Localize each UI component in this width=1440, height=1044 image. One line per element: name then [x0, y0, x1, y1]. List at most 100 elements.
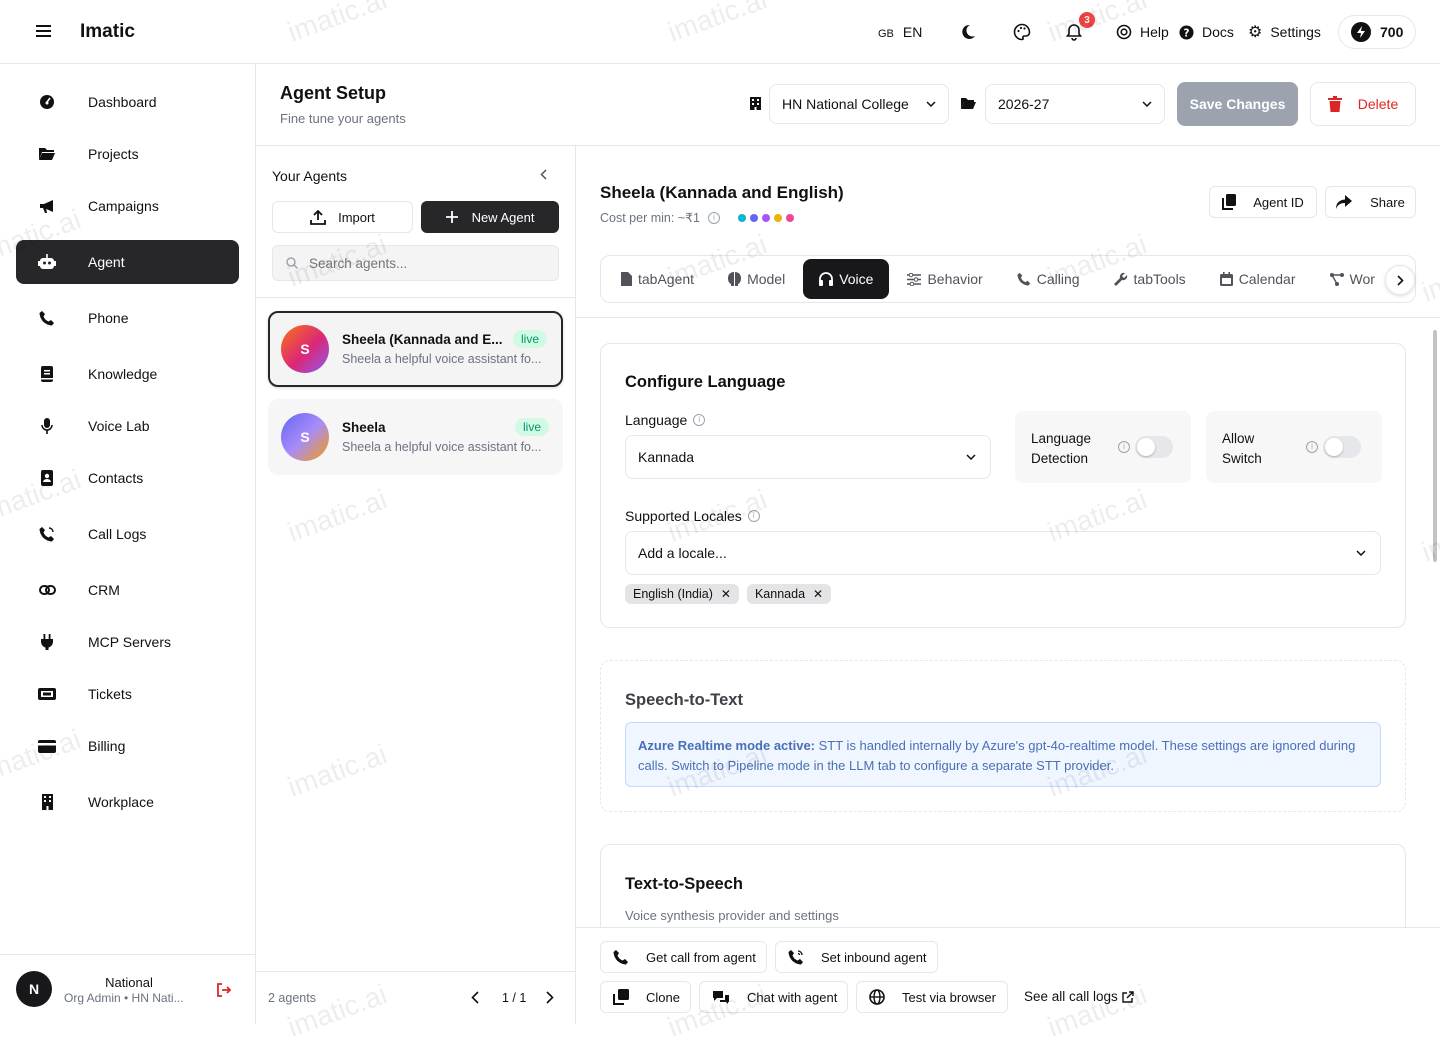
- plug-icon: [37, 634, 57, 650]
- folder-open-icon: [960, 96, 977, 110]
- provider-dot: [738, 213, 747, 222]
- agent-card-name: Sheela (Kannada and E...: [342, 332, 503, 347]
- search-agents-input[interactable]: [272, 245, 559, 281]
- info-icon[interactable]: i: [693, 414, 706, 426]
- sidebar-item-contacts[interactable]: Contacts: [16, 456, 239, 500]
- sidebar-item-agent[interactable]: Agent: [16, 240, 239, 284]
- tab-label: Calendar: [1238, 271, 1296, 287]
- menu-icon[interactable]: [36, 24, 51, 38]
- remove-chip-icon[interactable]: ✕: [721, 587, 731, 601]
- sidebar-item-label: Workplace: [88, 794, 154, 810]
- settings-link[interactable]: ⚙ Settings: [1248, 18, 1321, 46]
- tab-calendar[interactable]: Calendar: [1204, 259, 1312, 299]
- sidebar-item-tickets[interactable]: Tickets: [16, 672, 239, 716]
- stt-notice: Azure Realtime mode active: STT is handl…: [625, 722, 1381, 787]
- docs-link[interactable]: ? Docs: [1179, 18, 1234, 46]
- agent-card[interactable]: S Sheela (Kannada and E... Sheela a helpfu…: [268, 311, 563, 387]
- new-agent-button[interactable]: New Agent: [421, 201, 559, 233]
- building-icon: [37, 794, 57, 810]
- language-switcher[interactable]: GB EN: [878, 18, 922, 46]
- tab-behavior[interactable]: Behavior: [891, 259, 998, 299]
- scrollbar-thumb[interactable]: [1433, 330, 1437, 562]
- info-icon[interactable]: i: [1306, 441, 1318, 453]
- import-button[interactable]: Import: [272, 201, 413, 233]
- configure-language-card: Configure Language Language i Kannada La…: [600, 343, 1406, 628]
- tab-model[interactable]: Model: [712, 259, 801, 299]
- share-icon: [1336, 195, 1353, 209]
- collapse-chevron-icon[interactable]: [540, 169, 547, 180]
- sidebar-item-call-logs[interactable]: Call Logs: [16, 512, 239, 556]
- sidebar-item-phone[interactable]: Phone: [16, 296, 239, 340]
- language-select[interactable]: Kannada: [625, 435, 991, 479]
- chevron-down-icon: [1142, 101, 1152, 107]
- chat-button[interactable]: Chat with agent: [699, 981, 848, 1013]
- info-icon[interactable]: i: [747, 510, 760, 522]
- year-select[interactable]: 2026-27: [985, 84, 1165, 124]
- status-badge: live: [512, 330, 547, 348]
- tab-tabagent[interactable]: tabAgent: [605, 259, 710, 299]
- next-page-icon[interactable]: [546, 991, 554, 1004]
- content-scrollbar[interactable]: [1431, 320, 1440, 926]
- see-call-logs-label: See all call logs: [1024, 989, 1118, 1004]
- get-call-label: Get call from agent: [646, 949, 756, 965]
- sidebar-item-label: Tickets: [88, 686, 132, 702]
- get-call-button[interactable]: Get call from agent: [600, 941, 767, 973]
- sidebar-item-campaigns[interactable]: Campaigns: [16, 184, 239, 228]
- share-button[interactable]: Share: [1325, 186, 1416, 218]
- clone-button[interactable]: Clone: [600, 981, 691, 1013]
- tab-icon: [907, 272, 922, 286]
- sidebar-item-voice-lab[interactable]: Voice Lab: [16, 404, 239, 448]
- test-browser-button[interactable]: Test via browser: [856, 981, 1008, 1013]
- agent-card[interactable]: S Sheela Sheela a helpful voice assistant …: [268, 399, 563, 475]
- logout-icon[interactable]: [216, 983, 232, 997]
- agent-avatar: S: [281, 325, 329, 373]
- provider-dot: [750, 213, 759, 222]
- cost-label: Cost per min: ~₹1: [600, 211, 701, 225]
- prev-page-icon[interactable]: [471, 991, 479, 1004]
- tab-tabtools[interactable]: tabTools: [1098, 259, 1202, 299]
- see-call-logs-link[interactable]: See all call logs: [1024, 989, 1134, 1004]
- sidebar-item-projects[interactable]: Projects: [16, 132, 239, 176]
- info-icon[interactable]: i: [708, 211, 721, 224]
- chevron-down-icon: [1356, 550, 1366, 556]
- sidebar-item-billing[interactable]: Billing: [16, 724, 239, 768]
- tab-wor[interactable]: Wor: [1314, 259, 1391, 299]
- sidebar-item-knowledge[interactable]: Knowledge: [16, 352, 239, 396]
- locale-chip-label: Kannada: [754, 587, 806, 601]
- language-detection-toggle[interactable]: [1135, 436, 1173, 458]
- stt-title: Speech-to-Text: [625, 691, 743, 709]
- ticket-icon: [37, 688, 57, 700]
- credits-badge[interactable]: 700: [1338, 15, 1416, 49]
- tab-calling[interactable]: Calling: [1001, 259, 1096, 299]
- agent-id-button[interactable]: Agent ID: [1209, 186, 1317, 218]
- save-changes-button[interactable]: Save Changes: [1177, 82, 1298, 126]
- flag-icon: GB: [878, 28, 894, 40]
- tabs-scroll-right-icon[interactable]: [1385, 265, 1415, 295]
- sidebar-item-crm[interactable]: CRM: [16, 568, 239, 612]
- share-label: Share: [1370, 194, 1405, 210]
- delete-button[interactable]: Delete: [1310, 82, 1416, 126]
- allow-switch-toggle[interactable]: [1323, 436, 1361, 458]
- sidebar-item-label: Campaigns: [88, 198, 159, 214]
- palette-icon[interactable]: [1013, 18, 1031, 46]
- help-link[interactable]: Help: [1116, 18, 1169, 46]
- tab-icon: [1113, 272, 1128, 286]
- info-icon[interactable]: i: [1118, 441, 1130, 453]
- remove-chip-icon[interactable]: ✕: [813, 587, 823, 601]
- tab-voice[interactable]: Voice: [803, 259, 890, 299]
- sidebar-item-workplace[interactable]: Workplace: [16, 780, 239, 824]
- org-select[interactable]: HN National College: [769, 84, 949, 124]
- dark-mode-icon[interactable]: [960, 18, 976, 46]
- sidebar-item-label: Phone: [88, 310, 129, 326]
- allow-switch-label-line2: Switch: [1222, 451, 1262, 466]
- notifications-bell-icon[interactable]: 3: [1065, 12, 1095, 46]
- user-avatar[interactable]: N: [16, 971, 52, 1007]
- language-label: Language: [625, 412, 688, 428]
- locales-select[interactable]: Add a locale...: [625, 531, 1381, 575]
- phone-icon: [613, 950, 628, 965]
- sidebar-item-dashboard[interactable]: Dashboard: [16, 80, 239, 124]
- provider-dot: [762, 213, 771, 222]
- sidebar-item-mcp-servers[interactable]: MCP Servers: [16, 620, 239, 664]
- allow-switch-label-line1: Allow: [1222, 431, 1255, 446]
- set-inbound-button[interactable]: Set inbound agent: [775, 941, 938, 973]
